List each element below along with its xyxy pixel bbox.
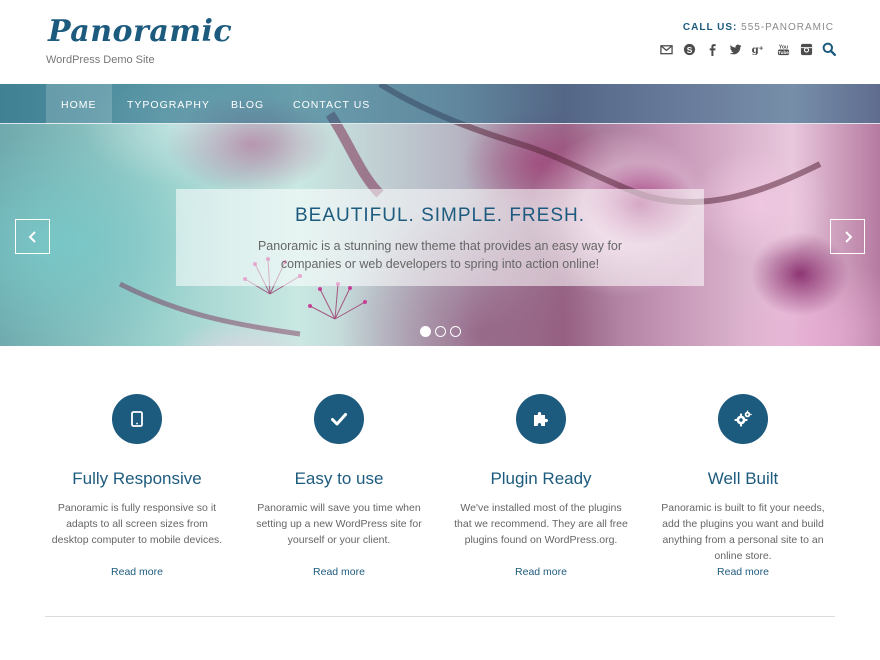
feature-title: Easy to use bbox=[294, 469, 384, 488]
svg-text:S: S bbox=[686, 44, 692, 54]
slider-pagination bbox=[420, 326, 461, 337]
slide-caption: BEAUTIFUL. SIMPLE. FRESH. Panoramic is a… bbox=[176, 189, 704, 286]
feature-title: Fully Responsive bbox=[72, 469, 202, 488]
youtube-icon[interactable]: You Tube bbox=[776, 42, 790, 56]
slide-text: Panoramic is a stunning new theme that p… bbox=[257, 239, 623, 271]
instagram-icon[interactable] bbox=[799, 42, 813, 56]
slider-dot-1[interactable] bbox=[420, 326, 431, 337]
feature-card: Well Built Panoramic is built to fit you… bbox=[642, 392, 844, 580]
feature-card: Plugin Ready We've installed most of the… bbox=[440, 392, 642, 580]
slide-heading: BEAUTIFUL. SIMPLE. FRESH. bbox=[295, 205, 585, 226]
read-more-link[interactable]: Read more bbox=[515, 566, 567, 578]
nav-item-blog[interactable]: BLOG bbox=[231, 84, 264, 124]
search-icon[interactable] bbox=[822, 42, 836, 56]
feature-icon-circle bbox=[314, 394, 364, 444]
slider-next-button[interactable] bbox=[830, 219, 865, 254]
nav-item-contact-us[interactable]: CONTACT US bbox=[293, 84, 370, 124]
read-more-link[interactable]: Read more bbox=[313, 566, 365, 578]
call-us-label: CALL US: bbox=[682, 22, 738, 33]
slider-prev-button[interactable] bbox=[15, 219, 50, 254]
feature-icon-circle bbox=[516, 394, 566, 444]
site-header: Panoramic WordPress Demo Site CALL US: 5… bbox=[0, 0, 880, 84]
chevron-left-icon bbox=[28, 230, 36, 243]
tablet-icon bbox=[131, 411, 143, 427]
site-tagline: WordPress Demo Site bbox=[46, 54, 155, 66]
feature-card: Easy to use Panoramic will save you time… bbox=[238, 392, 440, 580]
svg-text:+: + bbox=[759, 43, 764, 52]
feature-icon-circle bbox=[112, 394, 162, 444]
nav-item-typography[interactable]: TYPOGRAPHY bbox=[127, 84, 210, 124]
main-navigation: HOME TYPOGRAPHY BLOG CONTACT US bbox=[0, 84, 880, 124]
feature-text: Panoramic is fully responsive so it adap… bbox=[51, 502, 223, 546]
svg-text:g: g bbox=[752, 44, 759, 56]
feature-card: Fully Responsive Panoramic is fully resp… bbox=[36, 392, 238, 580]
twitter-icon[interactable] bbox=[728, 42, 742, 56]
features-section: Fully Responsive Panoramic is fully resp… bbox=[36, 392, 844, 580]
feature-title: Plugin Ready bbox=[490, 469, 592, 488]
call-us-info: CALL US: 555-PANORAMIC bbox=[683, 22, 834, 33]
gears-icon bbox=[734, 410, 752, 427]
feature-text: Panoramic will save you time when settin… bbox=[256, 502, 422, 546]
nav-item-home[interactable]: HOME bbox=[46, 84, 112, 124]
read-more-link[interactable]: Read more bbox=[111, 566, 163, 578]
envelope-icon[interactable] bbox=[659, 42, 673, 56]
slider-dot-2[interactable] bbox=[435, 326, 446, 337]
svg-text:Tube: Tube bbox=[778, 49, 789, 54]
site-logo[interactable]: Panoramic bbox=[48, 14, 232, 49]
feature-icon-circle bbox=[718, 394, 768, 444]
checkmark-icon bbox=[331, 413, 347, 426]
feature-text: We've installed most of the plugins that… bbox=[454, 502, 628, 546]
section-divider bbox=[45, 616, 835, 617]
chevron-right-icon bbox=[844, 230, 852, 243]
social-links: S g + You Tube bbox=[659, 42, 836, 56]
feature-title: Well Built bbox=[707, 469, 779, 488]
phone-number: 555-PANORAMIC bbox=[741, 22, 834, 33]
google-plus-icon[interactable]: g + bbox=[751, 42, 767, 56]
feature-text: Panoramic is built to fit your needs, ad… bbox=[661, 502, 825, 562]
skype-icon[interactable]: S bbox=[682, 42, 696, 56]
slider-dot-3[interactable] bbox=[450, 326, 461, 337]
read-more-link[interactable]: Read more bbox=[717, 566, 769, 578]
facebook-icon[interactable] bbox=[705, 42, 719, 56]
puzzle-icon bbox=[534, 412, 548, 426]
